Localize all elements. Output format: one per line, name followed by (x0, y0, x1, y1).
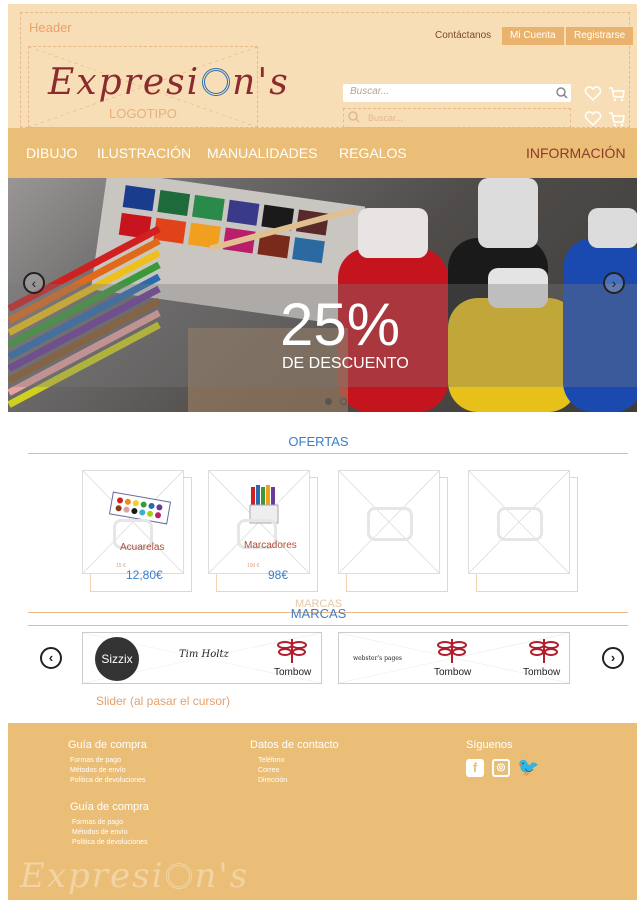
nav-item-manualidades[interactable]: MANUALIDADES (207, 145, 317, 161)
dragonfly-icon (277, 639, 307, 663)
search-placeholder: Buscar... (350, 86, 390, 97)
search-icon[interactable] (555, 86, 569, 100)
offer-card[interactable] (468, 470, 570, 574)
camera-icon (367, 507, 413, 541)
footer-links-guide: Formas de pago Métodos de envío Política… (70, 756, 146, 786)
brands-prev-button[interactable]: ‹ (40, 647, 62, 669)
brands-divider (28, 625, 628, 626)
brand-logo[interactable]: Tombow (434, 667, 471, 678)
offer-card[interactable] (208, 470, 310, 574)
footer-link[interactable]: Formas de pago (72, 818, 148, 828)
offer-price: 98€ (268, 568, 289, 582)
footer-link[interactable]: Política de devoluciones (72, 838, 148, 848)
fingerprint-icon (202, 68, 231, 96)
footer-links-guide-2: Formas de pago Métodos de envío Política… (72, 818, 148, 848)
brand-logo[interactable]: Tim Holtz (179, 649, 229, 660)
footer-link[interactable]: Métodos de envío (72, 828, 148, 838)
search-icon-wireframe (348, 111, 360, 123)
contact-link[interactable]: Contáctanos (435, 27, 491, 45)
footer-logo-text: Expresi (20, 856, 165, 896)
footer-heading-contact: Datos de contacto (250, 739, 339, 751)
brands-slider-right[interactable]: webster's pages Tombow Tombow (338, 632, 570, 684)
footer-link[interactable]: Teléfono (258, 756, 287, 766)
brand-logo[interactable]: Tombow (274, 667, 311, 678)
brand-logo[interactable]: Tombow (523, 667, 560, 678)
register-button[interactable]: Registrarse (566, 27, 634, 45)
header-label: Header (29, 20, 72, 35)
heart-icon[interactable] (584, 86, 602, 102)
footer-heading-follow: Síguenos (466, 739, 513, 751)
brand-logo[interactable]: Sizzix (95, 637, 139, 681)
logo[interactable]: Expresi n's (48, 62, 290, 103)
offer-name: Acuarelas (120, 542, 165, 553)
nav-item-ilustracion[interactable]: ILUSTRACIÓN (97, 145, 191, 161)
footer-heading-guide: Guía de compra (68, 739, 147, 751)
instagram-icon[interactable]: ◎ (492, 759, 510, 777)
cart-icon-wireframe (609, 112, 625, 127)
hero-dot-1[interactable] (325, 398, 332, 405)
hero-next-arrow[interactable]: › (603, 272, 625, 294)
fingerprint-icon (166, 863, 193, 889)
nav-item-dibujo[interactable]: DIBUJO (26, 145, 77, 161)
hero-discount-percent: 25% (280, 291, 401, 358)
offer-old-price: 15 € (116, 563, 126, 569)
nav-item-regalos[interactable]: REGALOS (339, 145, 407, 161)
logo-subtitle: LOGOTIPO (109, 106, 177, 121)
footer-link[interactable]: Métodos de envío (70, 766, 146, 776)
brand-logo[interactable]: webster's pages (353, 655, 402, 662)
offer-old-price: 100 € (247, 563, 260, 569)
facebook-icon[interactable]: f (466, 759, 484, 777)
cart-icon[interactable] (608, 86, 626, 102)
footer-link[interactable]: Correo (258, 766, 287, 776)
footer-link[interactable]: Dirección (258, 776, 287, 786)
offers-divider (28, 453, 628, 454)
footer-logo: Expresi n's (20, 856, 249, 896)
search-placeholder-wireframe: Buscar... (368, 113, 404, 123)
offer-name: Marcadores (244, 540, 297, 551)
dragonfly-icon (437, 639, 467, 663)
twitter-icon[interactable]: 🐦 (517, 757, 539, 778)
hero-prev-arrow[interactable]: ‹ (23, 272, 45, 294)
logo-text-end: n's (232, 62, 290, 103)
brands-slider-left[interactable]: Sizzix Tim Holtz Tombow (82, 632, 322, 684)
brands-next-button[interactable]: › (602, 647, 624, 669)
footer-heading-guide-2: Guía de compra (70, 801, 149, 813)
nav-item-informacion[interactable]: INFORMACIÓN (526, 145, 626, 161)
footer-link[interactable]: Política de devoluciones (70, 776, 146, 786)
footer-link[interactable]: Formas de pago (70, 756, 146, 766)
brands-title: MARCAS (290, 606, 347, 621)
slider-note: Slider (al pasar el cursor) (96, 694, 231, 708)
camera-icon (497, 507, 543, 541)
offer-card[interactable] (338, 470, 440, 574)
heart-icon-wireframe (584, 111, 602, 127)
offer-card[interactable] (82, 470, 184, 574)
footer-links-contact: Teléfono Correo Dirección (258, 756, 287, 786)
my-account-button[interactable]: Mi Cuenta (502, 27, 564, 45)
hero-discount-label: DE DESCUENTO (282, 355, 409, 372)
logo-text: Expresi (48, 62, 201, 103)
footer-logo-text-end: n's (194, 856, 250, 896)
dragonfly-icon (529, 639, 559, 663)
hero-dot-2[interactable] (340, 398, 347, 405)
offers-title: OFERTAS (288, 434, 349, 449)
offer-price: 12,80€ (126, 568, 163, 582)
